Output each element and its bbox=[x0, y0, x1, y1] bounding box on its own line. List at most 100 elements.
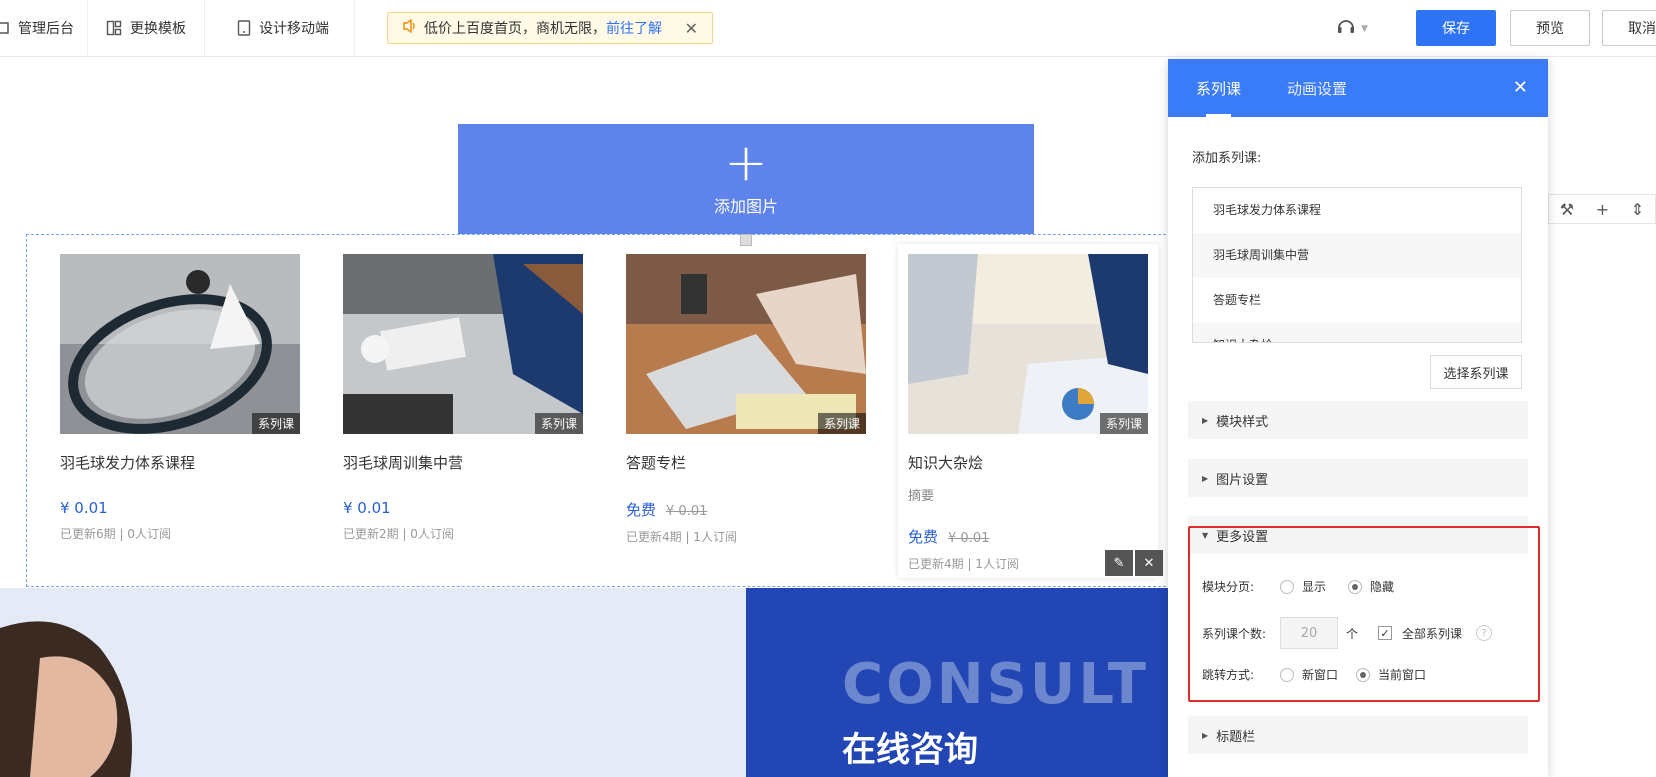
drag-handle[interactable] bbox=[740, 234, 752, 246]
consult-image-area bbox=[0, 588, 746, 777]
count-unit: 个 bbox=[1346, 626, 1359, 641]
jump-row: 跳转方式: 新窗口 当前窗口 bbox=[1202, 666, 1426, 683]
notice-link[interactable]: 前往了解 bbox=[606, 18, 662, 38]
course-card[interactable]: 系列课 羽毛球发力体系课程 ¥ 0.01 已更新6期 | 0人订阅 bbox=[60, 254, 300, 542]
admin-button[interactable]: 管理后台 bbox=[0, 0, 88, 56]
save-button[interactable]: 保存 bbox=[1416, 10, 1496, 46]
course-image-badminton: 系列课 bbox=[60, 254, 300, 434]
edit-icon[interactable]: ✎ bbox=[1105, 550, 1133, 576]
section-image-settings[interactable]: ▶ 图片设置 bbox=[1188, 459, 1528, 497]
headset-icon bbox=[1335, 16, 1357, 42]
list-item[interactable]: 知识大杂烩 bbox=[1193, 323, 1521, 342]
consult-heading-zh: 在线咨询 bbox=[842, 730, 978, 770]
price-value: 免费 bbox=[908, 528, 939, 546]
series-badge: 系列课 bbox=[1099, 413, 1148, 434]
all-series-checkbox[interactable]: ✓ bbox=[1378, 626, 1393, 640]
series-badge: 系列课 bbox=[817, 413, 866, 434]
course-title[interactable]: 知识大杂烩 bbox=[908, 452, 1148, 473]
caret-right-icon: ▶ bbox=[1202, 415, 1209, 425]
price-value: ¥ 0.01 bbox=[60, 499, 108, 517]
close-icon[interactable]: ✕ bbox=[685, 19, 698, 38]
close-icon[interactable]: ✕ bbox=[1513, 77, 1528, 98]
section-label: 标题栏 bbox=[1216, 729, 1256, 745]
template-icon bbox=[106, 20, 122, 36]
jump-new-label: 新窗口 bbox=[1302, 668, 1339, 682]
course-image-study: 系列课 bbox=[343, 254, 583, 434]
course-card[interactable]: 系列课 羽毛球周训集中营 ¥ 0.01 已更新2期 | 0人订阅 bbox=[343, 254, 583, 542]
paging-show-radio[interactable] bbox=[1280, 579, 1294, 594]
price-value: ¥ 0.01 bbox=[343, 499, 391, 517]
section-title-bar[interactable]: ▶ 标题栏 bbox=[1188, 716, 1528, 754]
magic-icon[interactable]: ⚒ bbox=[1560, 200, 1574, 219]
course-meta: 已更新6期 | 0人订阅 bbox=[60, 527, 171, 541]
list-item[interactable]: 羽毛球周训集中营 bbox=[1193, 233, 1521, 278]
course-title[interactable]: 羽毛球发力体系课程 bbox=[60, 452, 300, 473]
help-icon[interactable]: ? bbox=[1476, 625, 1493, 641]
paging-hide-radio[interactable] bbox=[1348, 579, 1363, 594]
course-price: 免费 ¥ 0.01 bbox=[626, 499, 866, 520]
paging-show-label: 显示 bbox=[1302, 580, 1327, 594]
move-icon[interactable]: ⇕ bbox=[1631, 200, 1644, 219]
section-label: 模块样式 bbox=[1216, 414, 1269, 430]
plus-icon: + bbox=[724, 133, 768, 193]
count-row: 系列课个数: 20 个 ✓ 全部系列课 ? bbox=[1202, 617, 1493, 649]
support-button[interactable]: ▼ bbox=[1335, 16, 1368, 42]
speaker-icon bbox=[402, 18, 418, 37]
design-mobile-button[interactable]: 设计移动端 bbox=[205, 0, 355, 56]
caret-right-icon: ▶ bbox=[1202, 473, 1209, 483]
list-item[interactable]: 羽毛球发力体系课程 bbox=[1193, 188, 1521, 233]
preview-button[interactable]: 预览 bbox=[1510, 10, 1590, 46]
jump-current-radio[interactable] bbox=[1356, 667, 1371, 682]
module-toolbar: ⚒ + ⇕ bbox=[1548, 194, 1656, 224]
jump-label: 跳转方式: bbox=[1202, 668, 1255, 682]
template-label: 更换模板 bbox=[130, 21, 186, 37]
tab-animation[interactable]: 动画设置 bbox=[1287, 78, 1347, 117]
top-toolbar: 管理后台 更换模板 设计移动端 低价上百度首页，商机无限， 前往了解 ✕ ▼ 保… bbox=[0, 0, 1656, 57]
all-series-label: 全部系列课 bbox=[1402, 626, 1463, 641]
section-module-style[interactable]: ▶ 模块样式 bbox=[1188, 401, 1528, 439]
course-price: ¥ 0.01 bbox=[343, 499, 583, 517]
course-title[interactable]: 答题专栏 bbox=[626, 452, 866, 473]
series-badge: 系列课 bbox=[534, 413, 583, 434]
change-template-button[interactable]: 更换模板 bbox=[88, 0, 205, 56]
add-image-label: 添加图片 bbox=[713, 197, 778, 216]
price-value: 免费 bbox=[626, 501, 657, 519]
select-series-button[interactable]: 选择系列课 bbox=[1430, 355, 1522, 389]
list-item[interactable]: 答题专栏 bbox=[1193, 278, 1521, 323]
series-list[interactable]: 羽毛球发力体系课程 羽毛球周训集中营 答题专栏 知识大杂烩 bbox=[1192, 187, 1522, 343]
add-icon[interactable]: + bbox=[1596, 200, 1609, 219]
delete-icon[interactable]: ✕ bbox=[1135, 550, 1163, 576]
add-image-placeholder[interactable]: + 添加图片 bbox=[458, 124, 1034, 234]
course-price: ¥ 0.01 bbox=[60, 499, 300, 517]
settings-panel: 系列课 动画设置 ✕ 添加系列课: 羽毛球发力体系课程 羽毛球周训集中营 答题专… bbox=[1168, 59, 1548, 777]
course-image-laptop: 系列课 bbox=[626, 254, 866, 434]
tab-series[interactable]: 系列课 bbox=[1196, 78, 1241, 117]
count-label: 系列课个数: bbox=[1202, 626, 1267, 641]
old-price: ¥ 0.01 bbox=[948, 531, 990, 546]
series-badge: 系列课 bbox=[251, 413, 300, 434]
admin-icon bbox=[0, 20, 10, 36]
admin-label: 管理后台 bbox=[18, 21, 74, 37]
paging-label: 模块分页: bbox=[1202, 580, 1255, 594]
paging-hide-label: 隐藏 bbox=[1370, 580, 1395, 594]
course-meta: 已更新2期 | 0人订阅 bbox=[343, 527, 454, 541]
course-meta: 已更新4期 | 1人订阅 bbox=[626, 530, 737, 544]
course-title[interactable]: 羽毛球周训集中营 bbox=[343, 452, 583, 473]
jump-new-radio[interactable] bbox=[1280, 667, 1294, 682]
notice-text: 低价上百度首页，商机无限， bbox=[424, 21, 606, 37]
mobile-label: 设计移动端 bbox=[259, 21, 329, 37]
section-label: 图片设置 bbox=[1216, 472, 1269, 488]
count-input[interactable]: 20 bbox=[1280, 617, 1338, 649]
add-series-label: 添加系列课: bbox=[1192, 151, 1262, 166]
course-price: 免费 ¥ 0.01 bbox=[908, 526, 1148, 547]
course-card-selected[interactable]: 系列课 知识大杂烩 摘要 免费 ¥ 0.01 已更新4期 | 1人订阅 bbox=[898, 244, 1158, 578]
old-price: ¥ 0.01 bbox=[666, 504, 708, 519]
panel-header: 系列课 动画设置 ✕ bbox=[1168, 59, 1548, 117]
paging-row: 模块分页: 显示 隐藏 bbox=[1202, 578, 1394, 595]
course-card[interactable]: 系列课 答题专栏 免费 ¥ 0.01 已更新4期 | 1人订阅 bbox=[626, 254, 866, 545]
caret-right-icon: ▶ bbox=[1202, 730, 1209, 740]
cancel-button[interactable]: 取消 bbox=[1602, 10, 1656, 46]
card-edit-tools: ✎ ✕ bbox=[1103, 550, 1163, 576]
chevron-down-icon: ▼ bbox=[1361, 24, 1368, 34]
mobile-icon bbox=[237, 20, 251, 36]
